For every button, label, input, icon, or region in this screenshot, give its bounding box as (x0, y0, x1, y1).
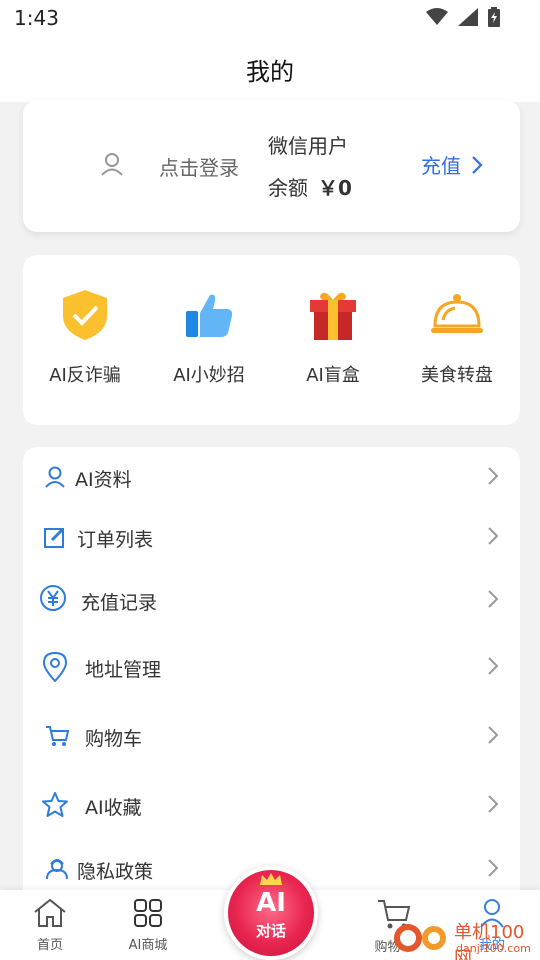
login-card: 点击登录 微信用户 余额 ￥0 充值 (23, 100, 520, 232)
balance-value: ￥0 (318, 176, 352, 200)
chevron-right-icon (488, 527, 498, 545)
tab-home[interactable]: 首页 (10, 898, 90, 953)
ai-chat-label-top: AI (256, 888, 286, 918)
chevron-right-icon (488, 467, 498, 485)
status-time: 1:43 (14, 6, 59, 30)
feature-label: AI小妙招 (173, 365, 245, 386)
watermark-subtext: danji100.com (456, 942, 531, 955)
home-icon (34, 898, 66, 927)
feature-label: AI盲盒 (306, 365, 360, 386)
menu-item-label: 购物车 (85, 728, 143, 750)
feature-label: AI反诈骗 (49, 365, 121, 386)
login-link[interactable]: 点击登录 (159, 152, 239, 181)
menu-item-cart[interactable]: 购物车 (23, 706, 520, 766)
signal-icon (458, 8, 478, 26)
avatar[interactable] (101, 152, 123, 180)
tab-label: 首页 (36, 938, 63, 953)
feature-food-wheel[interactable]: 美食转盘 (395, 285, 519, 387)
feature-ai-tips[interactable]: AI小妙招 (147, 285, 271, 387)
chevron-right-icon (488, 859, 498, 877)
star-icon (41, 791, 69, 819)
edit-icon (41, 523, 69, 551)
menu-item-recharge-records[interactable]: 充值记录 (23, 570, 520, 630)
menu-item-address[interactable]: 地址管理 (23, 637, 520, 697)
chevron-right-icon (472, 155, 483, 174)
chevron-right-icon (488, 795, 498, 813)
page-title: 我的 (246, 58, 294, 86)
chevron-right-icon (488, 726, 498, 744)
menu-item-label: 地址管理 (85, 659, 162, 681)
crown-icon (260, 873, 282, 885)
balance-row: 余额 ￥0 (268, 172, 352, 201)
menu-item-label: AI收藏 (85, 797, 142, 819)
menu-item-label: 充值记录 (81, 592, 158, 614)
food-cloche-icon (431, 294, 483, 333)
status-bar: 1:43 (0, 0, 540, 36)
page-header: 我的 (0, 36, 540, 102)
ai-chat-button[interactable]: AI 对话 (224, 866, 318, 960)
feature-grid: AI反诈骗 AI小妙招 AI盲盒 美食转盘 (23, 255, 520, 425)
thumbs-up-icon (186, 294, 233, 337)
gift-box-icon (310, 292, 356, 340)
menu-item-ai-favorites[interactable]: AI收藏 (23, 775, 520, 835)
menu-item-label: 隐私政策 (77, 861, 154, 883)
shield-check-icon (63, 290, 107, 340)
watermark-logo-icon (394, 924, 446, 952)
location-pin-icon (41, 652, 69, 682)
ai-chat-label-bottom: 对话 (255, 922, 286, 940)
feature-ai-anti-fraud[interactable]: AI反诈骗 (23, 285, 147, 387)
yen-circle-icon (39, 584, 67, 612)
wifi-icon (426, 8, 448, 25)
grid-icon (134, 899, 162, 927)
menu-item-ai-profile[interactable]: AI资料 (23, 447, 520, 507)
tab-ai-mall[interactable]: AI商城 (108, 898, 188, 953)
menu-item-label: 订单列表 (77, 529, 154, 551)
menu-item-orders[interactable]: 订单列表 (23, 507, 520, 567)
user-outline-icon (101, 153, 123, 176)
cart-icon (43, 722, 71, 750)
menu-list: AI资料 订单列表 充值记录 地址管理 购物车 AI收藏 隐私政策 (23, 447, 520, 917)
menu-item-label: AI资料 (75, 469, 132, 491)
chevron-right-icon (488, 590, 498, 608)
feature-ai-blind-box[interactable]: AI盲盒 (271, 285, 395, 387)
wechat-user-name: 微信用户 (268, 134, 348, 158)
status-icons (426, 7, 500, 27)
battery-icon (488, 7, 500, 27)
privacy-icon (43, 855, 71, 883)
chevron-right-icon (488, 657, 498, 675)
recharge-button[interactable]: 充值 (421, 150, 483, 179)
tab-label: AI商城 (128, 938, 168, 953)
feature-label: 美食转盘 (421, 365, 493, 386)
watermark: 单机100网 danji100.com (390, 916, 540, 960)
user-icon (41, 463, 69, 491)
recharge-label: 充值 (421, 154, 461, 178)
balance-label: 余额 (268, 176, 308, 200)
